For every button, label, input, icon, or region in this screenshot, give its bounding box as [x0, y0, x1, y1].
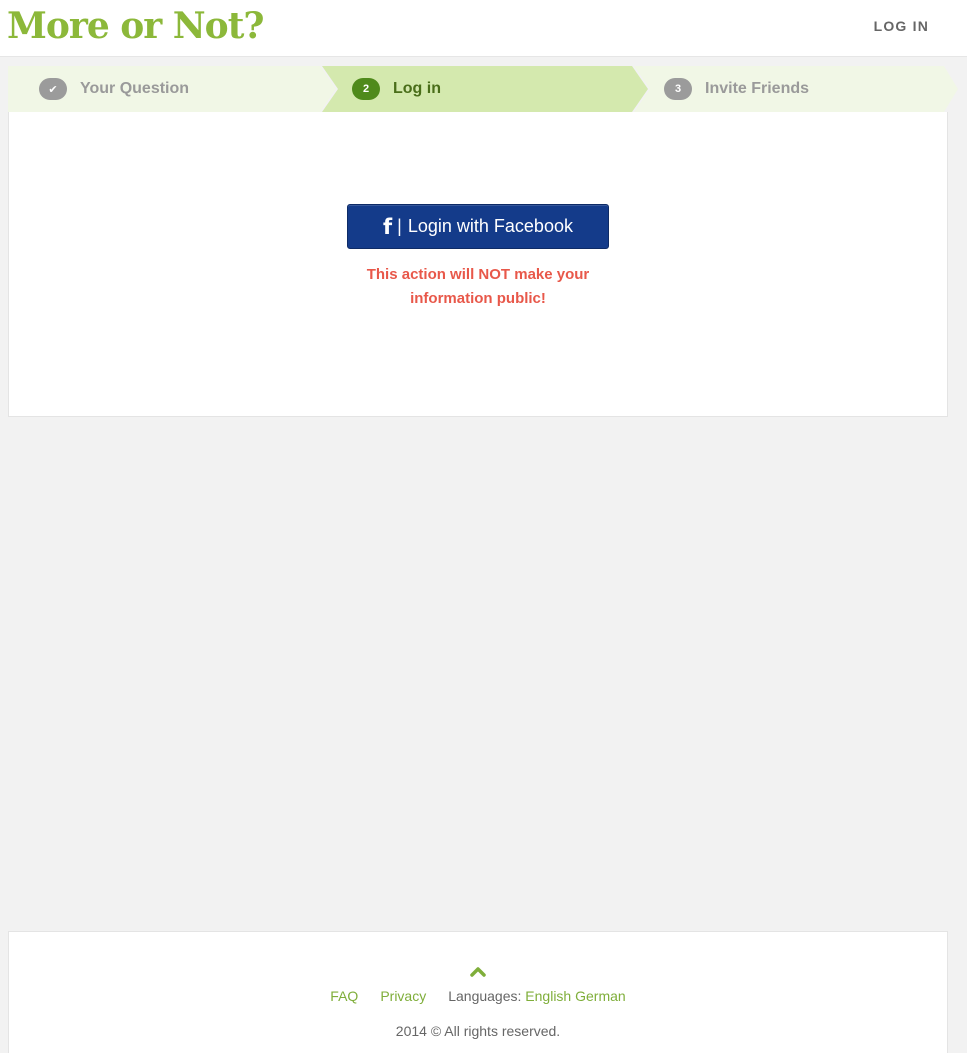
site-footer: FAQ Privacy Languages: English German 2014…: [8, 931, 948, 1053]
step-label-log-in: Log in: [393, 80, 441, 97]
facebook-button-label: Login with Facebook: [407, 216, 573, 236]
step-invite-friends: 3 Invite Friends: [634, 66, 958, 112]
button-separator: |: [397, 216, 402, 236]
login-with-facebook-button[interactable]: f | Login with Facebook: [347, 204, 609, 249]
step-your-question[interactable]: ✔ Your Question: [8, 66, 336, 112]
privacy-notice-line-2: information public!: [410, 290, 546, 307]
chevron-up-icon[interactable]: [469, 965, 487, 977]
site-logo[interactable]: More or Not?: [7, 2, 264, 50]
login-nav-link[interactable]: LOG IN: [874, 18, 929, 34]
privacy-link[interactable]: Privacy: [380, 988, 426, 1004]
faq-link[interactable]: FAQ: [330, 988, 358, 1004]
language-german-link[interactable]: German: [575, 988, 626, 1004]
language-english-link[interactable]: English: [525, 988, 571, 1004]
progress-stepper: ✔ Your Question 2 Log in 3 Invite Friend…: [8, 66, 958, 112]
privacy-notice-line-1: This action will NOT make your: [366, 266, 590, 283]
top-navbar: More or Not? LOG IN: [0, 0, 967, 57]
privacy-notice: This action will NOT make your informati…: [329, 263, 627, 311]
step-label-your-question: Your Question: [80, 80, 190, 97]
facebook-icon: f: [383, 214, 393, 239]
languages-label: Languages:: [448, 988, 522, 1004]
step-label-invite-friends: Invite Friends: [705, 80, 810, 97]
copyright-text: 2014 © All rights reserved.: [395, 1023, 561, 1039]
step-log-in: 2 Log in: [322, 66, 648, 112]
step-number-badge: 3: [664, 78, 692, 100]
checkmark-icon: ✔: [39, 78, 67, 100]
login-panel: f | Login with Facebook This action will…: [8, 112, 948, 417]
footer-links: FAQ Privacy Languages: English German: [9, 988, 947, 1004]
step-number-badge: 2: [352, 78, 380, 100]
